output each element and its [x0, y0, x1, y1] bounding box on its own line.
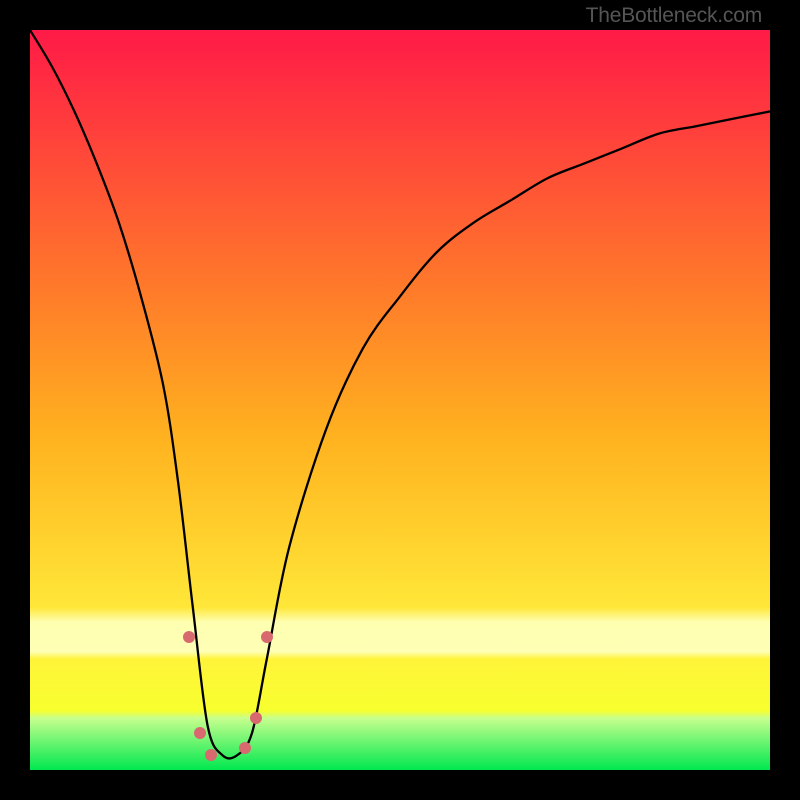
curve-marker	[261, 631, 273, 643]
curve-marker	[239, 742, 251, 754]
curve-marker	[205, 749, 217, 761]
watermark-text: TheBottleneck.com	[586, 4, 762, 28]
curve-marker	[194, 727, 206, 739]
chart-frame: TheBottleneck.com	[0, 0, 800, 800]
curve-markers	[30, 30, 770, 770]
plot-area	[30, 30, 770, 770]
curve-marker	[183, 631, 195, 643]
curve-marker	[250, 712, 262, 724]
